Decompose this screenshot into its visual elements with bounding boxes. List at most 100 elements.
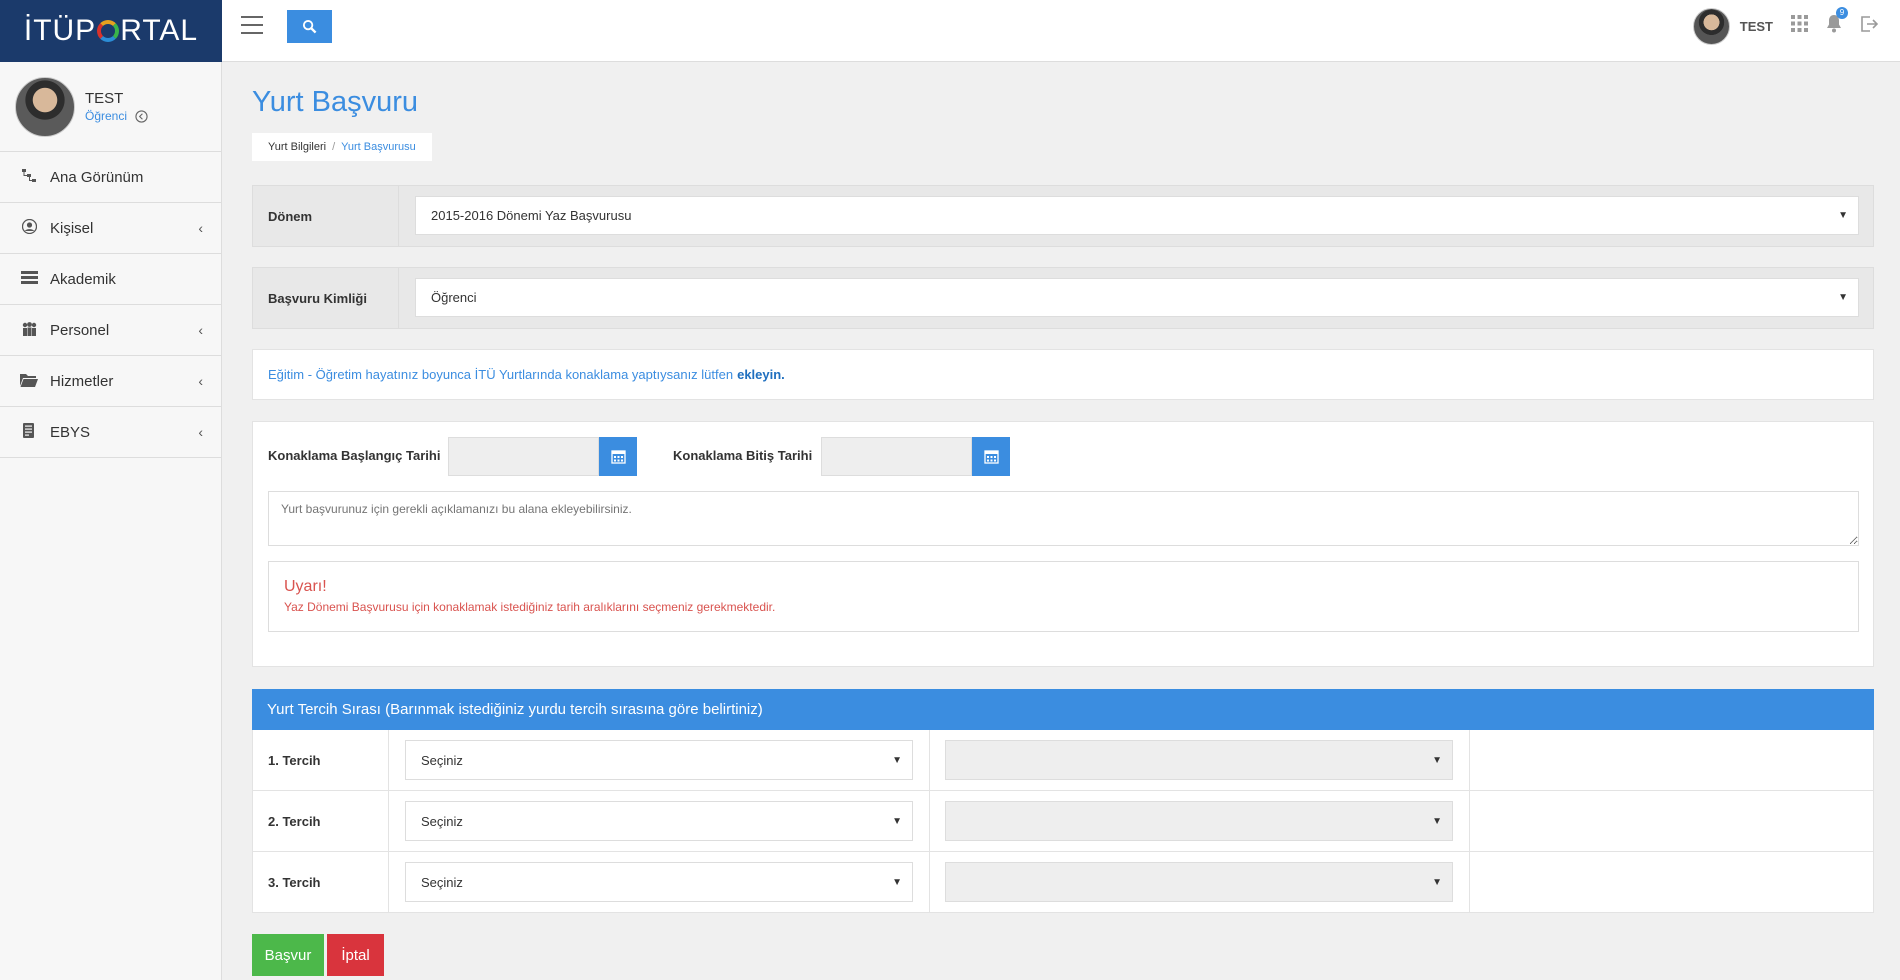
caret-down-icon: ▼ (892, 754, 902, 766)
end-date-label: Konaklama Bitiş Tarihi (673, 448, 813, 463)
sidebar: TEST Öğrenci Ana Görünüm Kişisel ‹ Akade… (0, 62, 222, 980)
page-title: Yurt Başvuru (252, 86, 419, 118)
warning-title: Uyarı! (284, 578, 327, 595)
sidebar-item-label: Ana Görünüm (50, 168, 144, 186)
user-avatar[interactable] (1692, 7, 1730, 45)
main-content: Yurt Başvuru Yurt Bilgileri / Yurt Başvuru… (252, 62, 1874, 976)
warning-text: Yaz Dönemi Başvurusu için konaklamak ist… (284, 600, 776, 614)
tercih-label: 3. Tercih (253, 852, 389, 912)
sidebar-item-hizmetler[interactable]: Hizmetler ‹ (0, 356, 221, 407)
users-icon (18, 321, 40, 339)
menu-toggle-icon[interactable] (241, 16, 263, 36)
breadcrumb: Yurt Bilgileri / Yurt Başvurusu (252, 133, 432, 161)
basvur-button[interactable]: Başvur (252, 934, 324, 976)
start-date-calendar-button[interactable] (599, 437, 637, 476)
tercih-row-1: 1. Tercih Seçiniz ▼ ▼ (252, 730, 1874, 791)
end-date-calendar-button[interactable] (972, 437, 1010, 476)
caret-down-icon: ▼ (1432, 754, 1442, 766)
breadcrumb-current: Yurt Başvurusu (341, 141, 416, 153)
basvuru-kimligi-select[interactable]: Öğrenci ▼ (415, 278, 1859, 317)
caret-down-icon: ▼ (1838, 292, 1848, 303)
profile-name: TEST (85, 90, 124, 107)
basvuru-kimligi-label: Başvuru Kimliği (253, 268, 399, 328)
profile-role: Öğrenci (85, 109, 148, 123)
info-text: Eğitim - Öğretim hayatınız boyunca İTÜ Y… (268, 367, 734, 382)
info-message: Eğitim - Öğretim hayatınız boyunca İTÜ Y… (252, 349, 1874, 400)
select-value: Seçiniz (421, 752, 463, 768)
logo-text-suffix: RTAL (120, 14, 199, 47)
tercih-3-yurt-select[interactable]: Seçiniz ▼ (405, 862, 913, 902)
user-icon (18, 218, 40, 237)
sidebar-item-ebys[interactable]: EBYS ‹ (0, 407, 221, 458)
document-icon (18, 423, 40, 441)
donem-row: Dönem 2015-2016 Dönemi Yaz Başvurusu ▼ (252, 185, 1874, 247)
caret-down-icon: ▼ (1432, 876, 1442, 888)
breadcrumb-separator: / (332, 141, 336, 153)
logo-text-prefix: İTÜP (23, 14, 97, 47)
aciklama-textarea[interactable] (268, 491, 1859, 546)
donem-label: Dönem (253, 186, 399, 246)
calendar-icon (983, 450, 999, 464)
chevron-left-icon: ‹ (198, 373, 203, 389)
tercih-row-2: 2. Tercih Seçiniz ▼ ▼ (252, 791, 1874, 852)
iptal-button[interactable]: İptal (327, 934, 384, 976)
logout-icon[interactable] (1860, 15, 1879, 37)
ekleyin-link[interactable]: ekleyin. (737, 367, 785, 382)
caret-down-icon: ▼ (892, 815, 902, 827)
tercih-label: 2. Tercih (253, 791, 389, 851)
caret-down-icon: ▼ (1838, 210, 1848, 221)
sidebar-item-label: Personel (50, 321, 110, 339)
start-date-label: Konaklama Başlangıç Tarihi (268, 448, 441, 463)
search-button[interactable] (287, 10, 332, 43)
search-icon (302, 19, 317, 34)
caret-down-icon: ▼ (1432, 815, 1442, 827)
chevron-left-icon: ‹ (198, 322, 203, 338)
select-value: Seçiniz (421, 813, 463, 829)
basvuru-kimligi-select-value: Öğrenci (431, 290, 477, 305)
chevron-left-icon: ‹ (198, 220, 203, 236)
tercih-label: 1. Tercih (253, 730, 389, 790)
chevron-left-icon: ‹ (198, 424, 203, 440)
sidebar-item-akademik[interactable]: Akademik (0, 254, 221, 305)
sidebar-profile: TEST Öğrenci (0, 62, 221, 152)
notification-badge: 9 (1836, 6, 1848, 19)
top-bar: İTÜP RTAL TEST 9 (0, 0, 1900, 62)
tercih-2-yurt-select[interactable]: Seçiniz ▼ (405, 801, 913, 841)
top-user-name[interactable]: TEST (1740, 19, 1773, 34)
caret-down-icon: ▼ (892, 876, 902, 888)
calendar-icon (610, 450, 626, 464)
tercih-row-3: 3. Tercih Seçiniz ▼ ▼ (252, 852, 1874, 913)
sidebar-item-personel[interactable]: Personel ‹ (0, 305, 221, 356)
notification-bell-icon[interactable]: 9 (1826, 6, 1848, 38)
donem-select[interactable]: 2015-2016 Dönemi Yaz Başvurusu ▼ (415, 196, 1859, 235)
stack-icon (18, 270, 40, 288)
sidebar-item-label: EBYS (50, 423, 91, 441)
profile-role-text[interactable]: Öğrenci (85, 109, 127, 123)
sidebar-item-label: Hizmetler (50, 372, 114, 390)
back-circle-icon[interactable] (135, 109, 148, 123)
end-date-input[interactable] (821, 437, 972, 476)
select-value: Seçiniz (421, 874, 463, 890)
logo-ring-icon (97, 20, 120, 42)
donem-select-value: 2015-2016 Dönemi Yaz Başvurusu (431, 208, 632, 223)
warning-alert: Uyarı! Yaz Dönemi Başvurusu için konakla… (268, 561, 1859, 632)
sidebar-item-label: Akademik (50, 270, 116, 288)
sidebar-item-label: Kişisel (50, 219, 94, 237)
tercih-2-oda-select[interactable]: ▼ (945, 801, 1453, 841)
sitemap-icon (18, 168, 40, 186)
breadcrumb-parent[interactable]: Yurt Bilgileri (268, 141, 326, 153)
itu-portal-logo[interactable]: İTÜP RTAL (0, 0, 222, 62)
start-date-input[interactable] (448, 437, 599, 476)
tercih-3-oda-select[interactable]: ▼ (945, 862, 1453, 902)
profile-avatar (15, 76, 75, 137)
top-right-tools: TEST 9 (1692, 6, 1879, 46)
sidebar-item-ana-gorunum[interactable]: Ana Görünüm (0, 152, 221, 203)
sidebar-item-kisisel[interactable]: Kişisel ‹ (0, 203, 221, 254)
tercih-1-oda-select[interactable]: ▼ (945, 740, 1453, 780)
tercih-1-yurt-select[interactable]: Seçiniz ▼ (405, 740, 913, 780)
konaklama-dates-panel: Konaklama Başlangıç Tarihi Konaklama Bit… (252, 421, 1874, 667)
basvuru-kimligi-row: Başvuru Kimliği Öğrenci ▼ (252, 267, 1874, 329)
folder-icon (18, 373, 40, 390)
yurt-tercih-header: Yurt Tercih Sırası (Barınmak istediğiniz… (252, 689, 1874, 730)
apps-grid-icon[interactable] (1791, 15, 1808, 37)
